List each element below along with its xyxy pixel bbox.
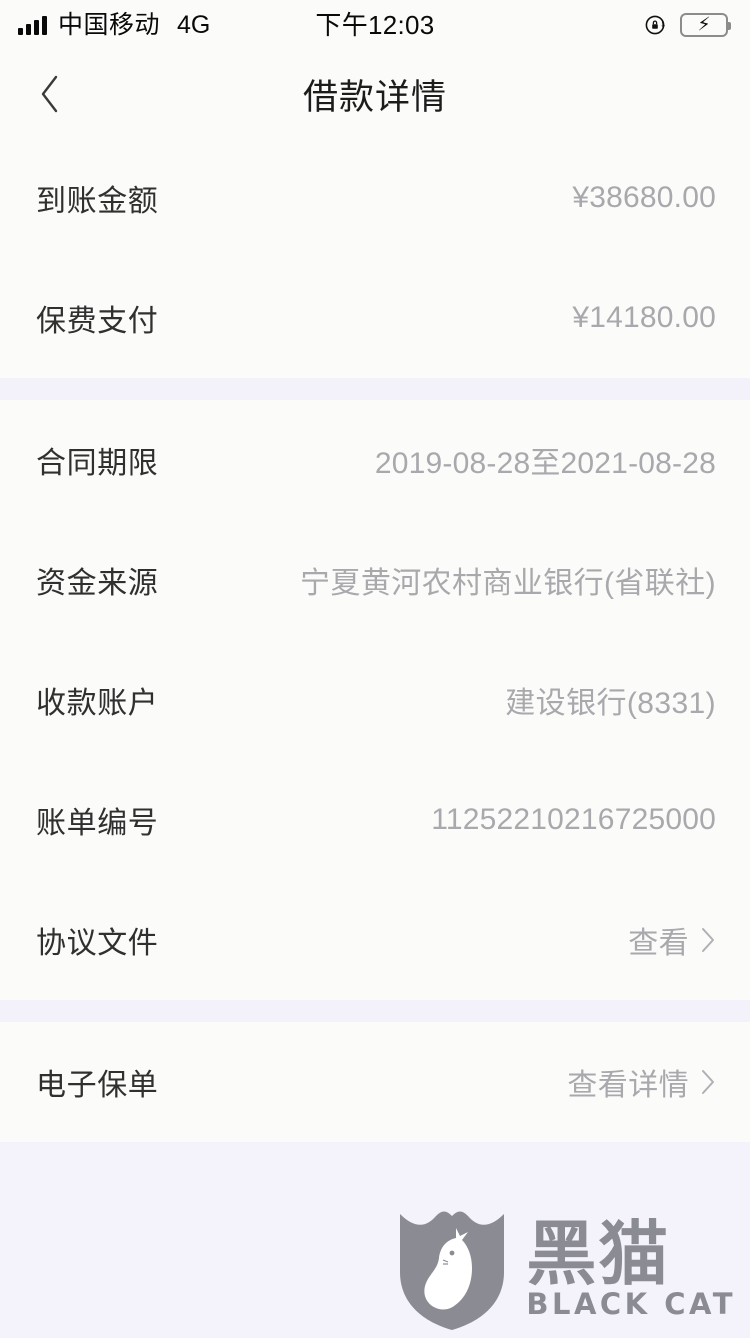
row-fund-source: 资金来源 宁夏黄河农村商业银行(省联社)	[0, 520, 750, 640]
row-received-amount: 到账金额 ¥38680.00	[0, 138, 750, 258]
row-value-wrapper: 查看	[628, 918, 716, 962]
row-label: 到账金额	[36, 185, 159, 218]
detail-group-contract: 合同期限 2019-08-28至2021-08-28 资金来源 宁夏黄河农村商业…	[0, 400, 750, 1000]
nav-bar: 借款详情	[0, 50, 750, 138]
row-premium-payment: 保费支付 ¥14180.00	[0, 258, 750, 378]
row-label: 电子保单	[36, 1069, 159, 1102]
row-action-label: 查看	[628, 927, 689, 960]
row-label: 账单编号	[36, 807, 159, 840]
row-label: 收款账户	[36, 687, 159, 720]
watermark-footer: 黑猫 BLACK CAT	[0, 1142, 750, 1338]
row-value: 建设银行(8331)	[505, 687, 716, 720]
battery-charging-icon: ⚡	[680, 13, 731, 37]
rotation-lock-icon	[645, 15, 665, 35]
row-receiving-account: 收款账户 建设银行(8331)	[0, 640, 750, 760]
detail-group-policy: 电子保单 查看详情	[0, 1022, 750, 1142]
detail-group-amounts: 到账金额 ¥38680.00 保费支付 ¥14180.00	[0, 138, 750, 378]
row-value: ¥14180.00	[572, 301, 716, 334]
watermark-name-en: BLACK CAT	[526, 1286, 736, 1321]
signal-bars-icon	[18, 15, 47, 35]
network-type-label: 4G	[177, 10, 211, 39]
black-cat-watermark: 黑猫 BLACK CAT	[396, 1208, 736, 1332]
row-bill-number: 账单编号 11252210216725000	[0, 760, 750, 880]
row-value: 宁夏黄河农村商业银行(省联社)	[300, 567, 716, 600]
clock-label: 下午12:03	[315, 10, 435, 40]
back-chevron-icon	[41, 75, 58, 113]
chevron-right-icon	[702, 928, 714, 952]
watermark-name-cn: 黑猫	[526, 1213, 671, 1296]
row-value: 2019-08-28至2021-08-28	[374, 447, 716, 480]
section-divider	[0, 378, 750, 400]
status-bar-right: ⚡	[644, 13, 731, 37]
phone-screen: 中国移动 4G 下午12:03 ⚡ 借款详情 到账金额 ¥38680.00 保费…	[0, 0, 750, 1338]
row-action-label: 查看详情	[567, 1069, 689, 1102]
row-label: 协议文件	[36, 927, 159, 960]
row-value-wrapper: 查看详情	[567, 1060, 716, 1104]
black-cat-shield-logo	[400, 1211, 505, 1330]
section-divider	[0, 1000, 750, 1022]
status-bar-left: 中国移动 4G	[18, 10, 211, 39]
page-title: 借款详情	[302, 77, 447, 117]
row-contract-period: 合同期限 2019-08-28至2021-08-28	[0, 400, 750, 520]
status-bar: 中国移动 4G 下午12:03 ⚡	[0, 0, 750, 50]
row-label: 合同期限	[36, 447, 159, 480]
row-value: ¥38680.00	[572, 181, 716, 214]
carrier-label: 中国移动	[58, 10, 161, 39]
row-electronic-policy[interactable]: 电子保单 查看详情	[0, 1022, 750, 1142]
back-button[interactable]	[14, 50, 86, 138]
row-value: 11252210216725000	[431, 803, 716, 836]
row-label: 保费支付	[36, 305, 159, 338]
row-agreement-files[interactable]: 协议文件 查看	[0, 880, 750, 1000]
chevron-right-icon	[702, 1070, 714, 1094]
watermark-text: 黑猫 BLACK CAT	[526, 1213, 736, 1321]
row-label: 资金来源	[36, 567, 159, 600]
detail-list: 到账金额 ¥38680.00 保费支付 ¥14180.00 合同期限 2019-…	[0, 138, 750, 1142]
